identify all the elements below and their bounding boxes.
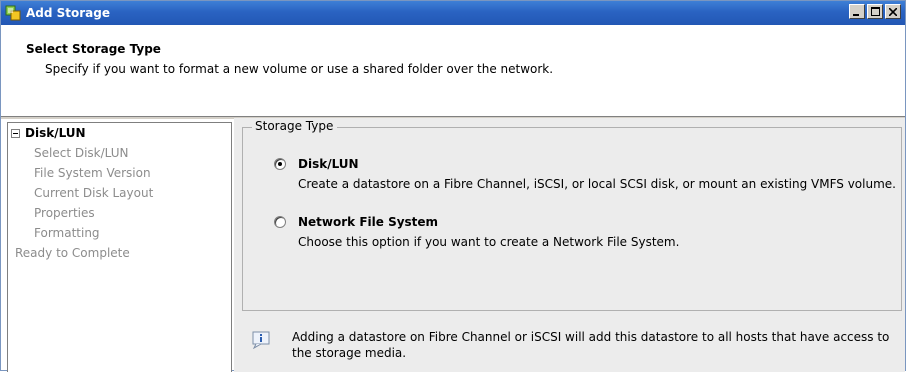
title-bar[interactable]: Add Storage bbox=[1, 1, 905, 25]
wizard-step-nav: Disk/LUN Select Disk/LUN File System Ver… bbox=[7, 122, 232, 372]
nav-item-properties: Properties bbox=[34, 206, 95, 220]
nav-item-disk-lun[interactable]: Disk/LUN bbox=[25, 126, 86, 140]
collapse-icon[interactable] bbox=[11, 129, 20, 138]
vsphere-app-icon bbox=[5, 5, 21, 21]
wizard-content: Storage Type Disk/LUN Create a datastore… bbox=[234, 118, 905, 372]
network-file-system-description: Choose this option if you want to create… bbox=[298, 235, 680, 249]
disk-lun-description: Create a datastore on a Fibre Channel, i… bbox=[298, 177, 896, 191]
network-file-system-radio[interactable] bbox=[274, 216, 286, 228]
maximize-button[interactable] bbox=[867, 4, 883, 19]
minimize-icon bbox=[853, 13, 859, 16]
nav-item-select-disk-lun: Select Disk/LUN bbox=[34, 146, 129, 160]
nav-item-ready-to-complete: Ready to Complete bbox=[15, 246, 130, 260]
storage-type-group: Storage Type Disk/LUN Create a datastore… bbox=[242, 119, 902, 311]
storage-type-legend: Storage Type bbox=[252, 119, 338, 133]
window-controls bbox=[849, 4, 901, 19]
nav-item-current-disk-layout: Current Disk Layout bbox=[34, 186, 154, 200]
info-text: Adding a datastore on Fibre Channel or i… bbox=[292, 330, 890, 360]
add-storage-window: Add Storage Select Storage Type Specify … bbox=[0, 0, 906, 372]
page-title: Select Storage Type bbox=[26, 42, 161, 56]
close-button[interactable] bbox=[885, 4, 901, 19]
disk-lun-label[interactable]: Disk/LUN bbox=[298, 157, 359, 171]
minimize-button[interactable] bbox=[849, 4, 865, 19]
disk-lun-radio[interactable] bbox=[274, 158, 286, 170]
network-file-system-label[interactable]: Network File System bbox=[298, 215, 438, 229]
wizard-header: Select Storage Type Specify if you want … bbox=[1, 25, 905, 118]
info-icon bbox=[252, 331, 272, 350]
nav-item-file-system-version: File System Version bbox=[34, 166, 151, 180]
page-subtitle: Specify if you want to format a new volu… bbox=[45, 62, 554, 76]
window-title: Add Storage bbox=[26, 6, 111, 20]
maximize-icon bbox=[870, 7, 880, 16]
nav-item-formatting: Formatting bbox=[34, 226, 100, 240]
close-icon bbox=[889, 7, 897, 16]
